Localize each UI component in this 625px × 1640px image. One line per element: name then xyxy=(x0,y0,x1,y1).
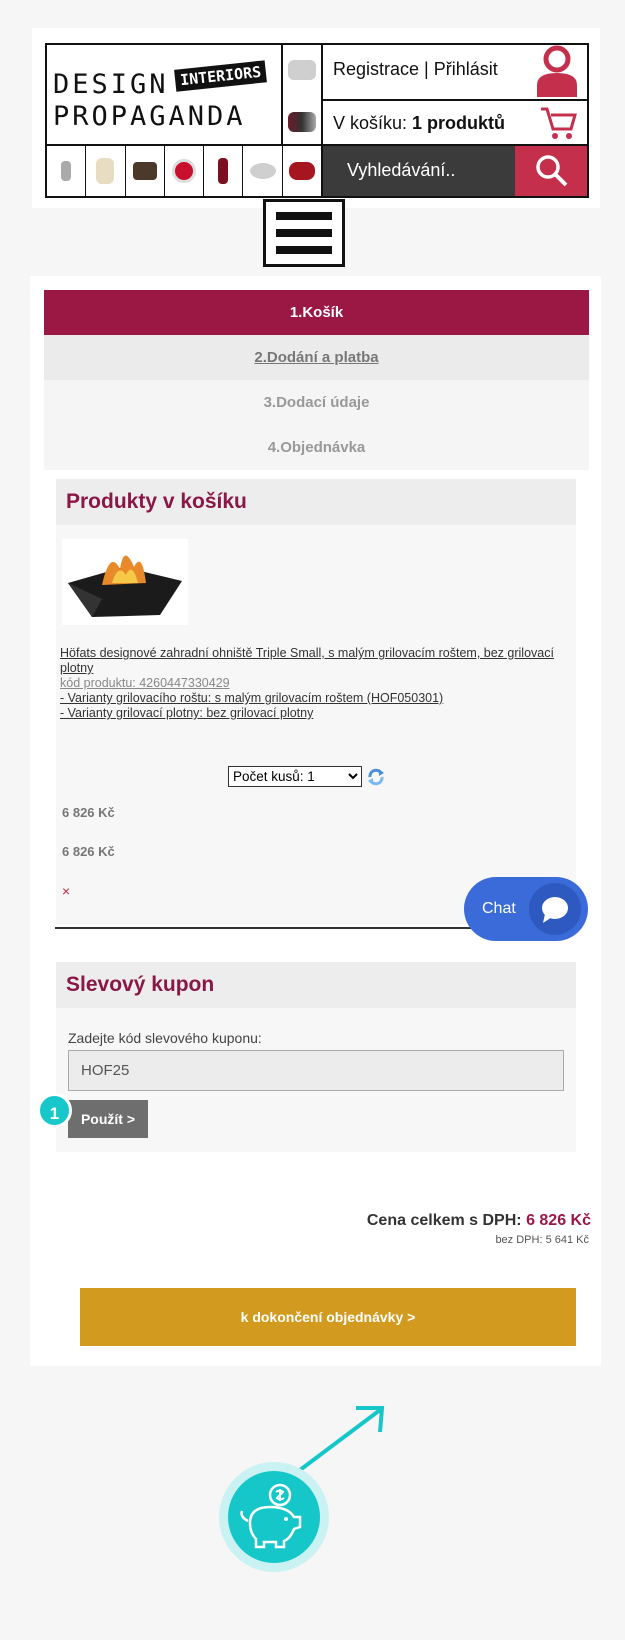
remove-item-icon[interactable]: × xyxy=(62,883,70,899)
product-image[interactable] xyxy=(62,539,188,625)
total-without-vat: bez DPH: 5 641 Kč xyxy=(495,1234,589,1246)
step-delivery-payment[interactable]: 2.Dodání a platba xyxy=(44,335,589,380)
annotation-step-marker: 1 xyxy=(37,1093,72,1128)
product-code[interactable]: kód produktu: 4260447330429 xyxy=(60,676,560,691)
piggy-bank-icon xyxy=(228,1471,320,1563)
cart-icon[interactable] xyxy=(539,105,577,141)
step-order: 4.Objednávka xyxy=(44,425,589,470)
logo-line1: DESIGN xyxy=(53,69,169,100)
coupon-label: Zadejte kód slevového kuponu: xyxy=(68,1030,262,1046)
cart-count: 1 produktů xyxy=(412,113,506,133)
chat-button[interactable]: Chat xyxy=(464,877,588,941)
piggy-bank-badge xyxy=(219,1462,329,1572)
cart-title: Produkty v košíku xyxy=(56,479,576,525)
user-icon[interactable] xyxy=(533,45,581,99)
step-cart[interactable]: 1.Košík xyxy=(44,290,589,335)
product-name-link[interactable]: Höfats designové zahradní ohniště Triple… xyxy=(60,646,560,676)
refresh-icon[interactable] xyxy=(366,767,386,787)
chat-icon xyxy=(529,883,581,935)
cart-prefix: V košíku: xyxy=(333,113,408,133)
product-variant-plate[interactable]: - Varianty grilovací plotny: bez grilova… xyxy=(60,706,560,721)
ball-chair-thumbnail[interactable] xyxy=(165,146,205,196)
annotation-arrow-icon xyxy=(298,1406,385,1472)
cart-panel: Produkty v košíku Höfats designové zahra… xyxy=(56,479,576,924)
lounge-chair-thumbnail[interactable] xyxy=(126,146,165,196)
product-thumbnail-strip xyxy=(47,146,323,196)
coupon-title: Slevový kupon xyxy=(56,962,576,1008)
logo-line2: PROPAGANDA xyxy=(53,101,246,132)
site-header: DESIGN INTERIORS PROPAGANDA Registrace |… xyxy=(45,43,589,198)
wine-glass-thumbnail[interactable] xyxy=(204,146,244,196)
search-icon xyxy=(536,155,568,187)
sofa-red-thumbnail[interactable] xyxy=(283,146,321,196)
total-amount: 6 826 Kč xyxy=(526,1212,591,1229)
logo-badge: INTERIORS xyxy=(174,60,268,92)
product-details: Höfats designové zahradní ohniště Triple… xyxy=(60,646,560,721)
cart-row[interactable]: V košíku: 1 produktů xyxy=(323,101,587,146)
total-label: Cena celkem s DPH: xyxy=(366,1212,522,1229)
total-with-vat: Cena celkem s DPH: 6 826 Kč xyxy=(367,1212,591,1230)
chandelier-thumbnail[interactable] xyxy=(243,146,283,196)
cart-summary: V košíku: 1 produktů xyxy=(333,113,505,134)
quantity-select[interactable]: Počet kusů: 1 xyxy=(228,766,362,787)
menu-icon[interactable] xyxy=(263,199,345,267)
site-logo[interactable]: DESIGN INTERIORS PROPAGANDA xyxy=(47,45,283,146)
step-delivery-details: 3.Dodací údaje xyxy=(44,380,589,425)
chat-label: Chat xyxy=(482,900,516,917)
lamp-thumbnail[interactable] xyxy=(47,146,87,196)
quantity-control: Počet kusů: 1 xyxy=(228,766,384,787)
product-variant-grate[interactable]: - Varianty grilovacího roštu: s malým gr… xyxy=(60,691,560,706)
account-links[interactable]: Registrace | Přihlásit xyxy=(333,59,498,80)
search-button[interactable] xyxy=(515,146,587,196)
proceed-checkout-button[interactable]: k dokončení objednávky > xyxy=(80,1288,576,1346)
category-thumbnails xyxy=(283,45,323,146)
checkout-main: 1.Košík 2.Dodání a platba 3.Dodací údaje… xyxy=(30,276,601,1366)
coupon-panel: Slevový kupon Zadejte kód slevového kupo… xyxy=(56,962,576,1152)
unit-price: 6 826 Kč xyxy=(62,805,115,820)
sofa-thumbnail[interactable] xyxy=(288,60,316,80)
vase-thumbnail[interactable] xyxy=(288,112,316,132)
search-placeholder: Vyhledávání.. xyxy=(347,160,456,180)
apply-coupon-button[interactable]: Použít > xyxy=(68,1100,148,1138)
account-row: Registrace | Přihlásit xyxy=(323,45,587,101)
line-total-price: 6 826 Kč xyxy=(62,844,115,859)
shade-lamp-thumbnail[interactable] xyxy=(86,146,126,196)
coupon-input[interactable]: HOF25 xyxy=(68,1050,564,1091)
search-input[interactable]: Vyhledávání.. xyxy=(323,146,515,196)
